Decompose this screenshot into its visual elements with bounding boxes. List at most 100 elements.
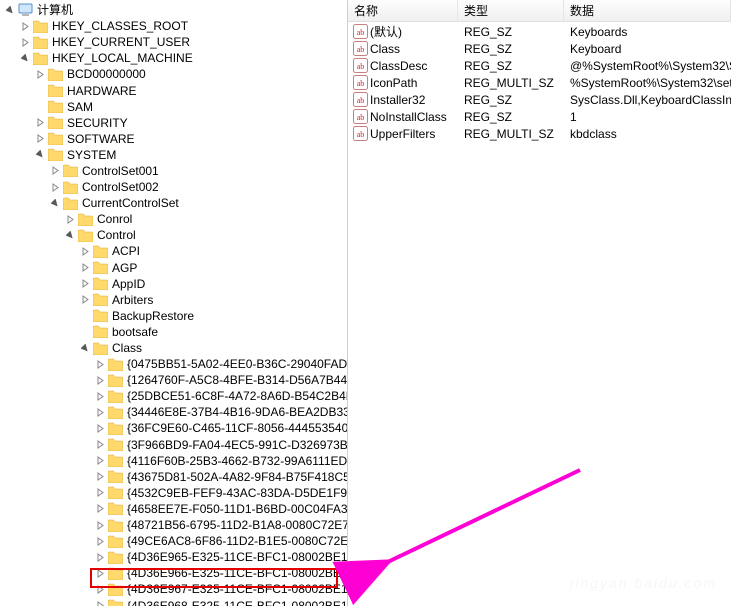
folder-icon <box>92 324 108 340</box>
expand-icon[interactable] <box>94 406 106 418</box>
expand-icon[interactable] <box>34 117 46 129</box>
list-body[interactable]: ab(默认)REG_SZKeyboardsabClassREG_SZKeyboa… <box>348 22 731 606</box>
expand-icon[interactable] <box>79 245 91 257</box>
tree-item[interactable]: ACPI <box>0 243 347 259</box>
tree-item[interactable]: {34446E8E-37B4-4B16-9DA6-BEA2DB33465A} <box>0 404 347 420</box>
list-row[interactable]: ab(默认)REG_SZKeyboards <box>348 23 731 40</box>
tree-item[interactable]: SOFTWARE <box>0 131 347 147</box>
list-row[interactable]: abUpperFiltersREG_MULTI_SZkbdclass <box>348 125 731 142</box>
tree-item[interactable]: {4658EE7E-F050-11D1-B6BD-00C04FA372A7} <box>0 501 347 517</box>
collapse-icon[interactable] <box>4 4 16 16</box>
tree-item[interactable]: bootsafe <box>0 324 347 340</box>
tree-item[interactable]: {4D36E967-E325-11CE-BFC1-08002BE10318} <box>0 581 347 597</box>
expand-icon[interactable] <box>94 487 106 499</box>
tree-item[interactable]: AGP <box>0 260 347 276</box>
expand-icon[interactable] <box>94 567 106 579</box>
expand-icon[interactable] <box>94 535 106 547</box>
collapse-icon[interactable] <box>79 342 91 354</box>
list-row[interactable]: abInstaller32REG_SZSysClass.Dll,Keyboard… <box>348 91 731 108</box>
tree-item-label: HKEY_LOCAL_MACHINE <box>50 51 195 65</box>
value-data: SysClass.Dll,KeyboardClassInstaller <box>564 93 731 107</box>
tree-item[interactable]: HKEY_CURRENT_USER <box>0 34 347 50</box>
expand-icon[interactable] <box>79 262 91 274</box>
col-header-type[interactable]: 类型 <box>458 0 564 21</box>
tree-item[interactable]: {36FC9E60-C465-11CF-8056-444553540000} <box>0 420 347 436</box>
list-row[interactable]: abClassREG_SZKeyboard <box>348 40 731 57</box>
tree-item[interactable]: BCD00000000 <box>0 66 347 82</box>
tree-item-label: BCD00000000 <box>65 67 148 81</box>
reg-string-icon: ab <box>352 75 368 91</box>
tree-item[interactable]: ControlSet002 <box>0 179 347 195</box>
expand-icon[interactable] <box>94 551 106 563</box>
expand-icon[interactable] <box>94 358 106 370</box>
tree-item[interactable]: {1264760F-A5C8-4BFE-B314-D56A7B44A362} <box>0 372 347 388</box>
folder-icon <box>107 420 123 436</box>
tree-item[interactable]: HARDWARE <box>0 82 347 98</box>
registry-tree[interactable]: 计算机HKEY_CLASSES_ROOTHKEY_CURRENT_USERHKE… <box>0 0 348 606</box>
tree-item[interactable]: {4532C9EB-FEF9-43AC-83DA-D5DE1F9A2BFF} <box>0 485 347 501</box>
tree-item[interactable]: Conrol <box>0 211 347 227</box>
collapse-icon[interactable] <box>64 229 76 241</box>
expand-icon[interactable] <box>34 68 46 80</box>
expand-icon[interactable] <box>79 278 91 290</box>
list-row[interactable]: abIconPathREG_MULTI_SZ%SystemRoot%\Syste… <box>348 74 731 91</box>
expand-icon[interactable] <box>79 294 91 306</box>
tree-item[interactable]: Arbiters <box>0 292 347 308</box>
reg-string-icon: ab <box>352 24 368 40</box>
tree-item[interactable]: HKEY_CLASSES_ROOT <box>0 18 347 34</box>
tree-item[interactable]: SYSTEM <box>0 147 347 163</box>
list-row[interactable]: abNoInstallClassREG_SZ1 <box>348 108 731 125</box>
tree-item[interactable]: ControlSet001 <box>0 163 347 179</box>
tree-item[interactable]: Control <box>0 227 347 243</box>
collapse-icon[interactable] <box>49 197 61 209</box>
tree-item[interactable]: SECURITY <box>0 115 347 131</box>
expand-icon[interactable] <box>49 181 61 193</box>
expand-icon[interactable] <box>34 133 46 145</box>
tree-item[interactable]: HKEY_LOCAL_MACHINE <box>0 50 347 66</box>
collapse-icon[interactable] <box>34 149 46 161</box>
tree-item[interactable]: {25DBCE51-6C8F-4A72-8A6D-B54C2B4FC835} <box>0 388 347 404</box>
tree-item[interactable]: {0475BB51-5A02-4EE0-B36C-29040FAD2650} <box>0 356 347 372</box>
folder-icon <box>77 211 93 227</box>
tree-item[interactable]: CurrentControlSet <box>0 195 347 211</box>
list-row[interactable]: abClassDescREG_SZ@%SystemRoot%\System32\… <box>348 57 731 74</box>
folder-icon <box>107 356 123 372</box>
tree-item[interactable]: BackupRestore <box>0 308 347 324</box>
tree-item-label: SYSTEM <box>65 148 118 162</box>
expand-icon[interactable] <box>94 471 106 483</box>
collapse-icon[interactable] <box>19 52 31 64</box>
expand-icon[interactable] <box>94 503 106 515</box>
tree-item[interactable]: {4D36E966-E325-11CE-BFC1-08002BE10318} <box>0 565 347 581</box>
expand-icon[interactable] <box>94 422 106 434</box>
tree-item[interactable]: {4D36E968-E325-11CE-BFC1-08002BE10318} <box>0 597 347 606</box>
expand-icon[interactable] <box>94 519 106 531</box>
expand-icon[interactable] <box>19 20 31 32</box>
expand-icon[interactable] <box>94 439 106 451</box>
value-data: 1 <box>564 110 731 124</box>
tree-item[interactable]: Class <box>0 340 347 356</box>
expand-icon[interactable] <box>94 455 106 467</box>
expand-icon[interactable] <box>49 165 61 177</box>
folder-icon <box>107 598 123 606</box>
tree-item[interactable]: {49CE6AC8-6F86-11D2-B1E5-0080C72E74A2} <box>0 533 347 549</box>
tree-item-label: {0475BB51-5A02-4EE0-B36C-29040FAD2650} <box>125 357 348 371</box>
expand-icon[interactable] <box>94 583 106 595</box>
tree-item[interactable]: {4116F60B-25B3-4662-B732-99A6111EDC0B} <box>0 453 347 469</box>
tree-item[interactable]: {3F966BD9-FA04-4EC5-991C-D326973B5128} <box>0 437 347 453</box>
expand-icon[interactable] <box>64 213 76 225</box>
tree-item[interactable]: 计算机 <box>0 2 347 18</box>
tree-item[interactable]: SAM <box>0 99 347 115</box>
col-header-data[interactable]: 数据 <box>564 0 731 21</box>
folder-icon <box>107 533 123 549</box>
tree-item[interactable]: {43675D81-502A-4A82-9F84-B75F418C5DEA} <box>0 469 347 485</box>
expand-icon[interactable] <box>19 36 31 48</box>
col-header-name[interactable]: 名称 <box>348 0 458 21</box>
list-header: 名称 类型 数据 <box>348 0 731 22</box>
tree-item[interactable]: {48721B56-6795-11D2-B1A8-0080C72E74A2} <box>0 517 347 533</box>
expand-icon[interactable] <box>94 600 106 606</box>
tree-item[interactable]: AppID <box>0 276 347 292</box>
expand-icon[interactable] <box>94 374 106 386</box>
tree-item[interactable]: {4D36E965-E325-11CE-BFC1-08002BE10318} <box>0 549 347 565</box>
svg-text:ab: ab <box>356 79 364 88</box>
expand-icon[interactable] <box>94 390 106 402</box>
